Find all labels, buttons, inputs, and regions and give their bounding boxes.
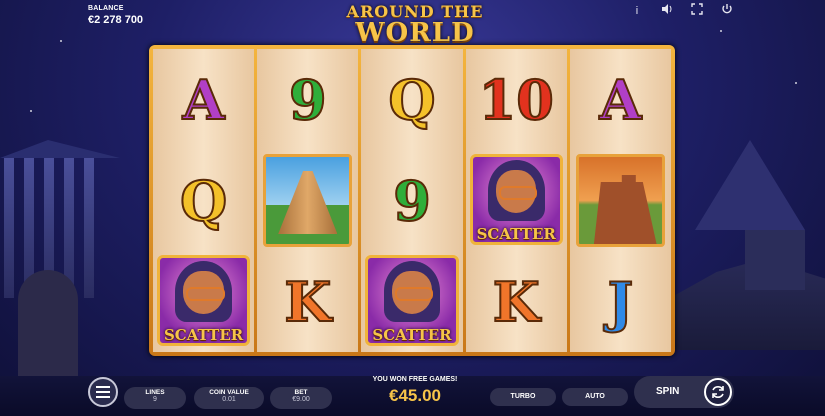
symbol-9: 9 xyxy=(288,67,328,132)
scatter-label: SCATTER xyxy=(372,326,452,344)
reel-cell: 9 xyxy=(361,150,462,251)
symbol-a: A xyxy=(182,67,226,132)
symbol-great-wall xyxy=(575,154,666,247)
power-icon[interactable] xyxy=(719,3,735,19)
reel-cell xyxy=(570,150,671,251)
reel-cell: K xyxy=(257,251,358,352)
reel-cell xyxy=(257,150,358,251)
reel-cell: A xyxy=(570,49,671,150)
info-icon[interactable]: i xyxy=(629,3,645,19)
win-amount: €45.00 xyxy=(389,386,441,405)
symbol-scatter: SCATTER xyxy=(153,251,254,352)
reel-cell: K xyxy=(466,251,567,352)
great-wall-scenery xyxy=(670,140,825,350)
reels-frame: A Q SCATTER 9 K Q 9 SCATTER 10 SCATTER K A J xyxy=(149,45,675,356)
bet-label: BET xyxy=(294,389,308,396)
symbol-q: Q xyxy=(179,168,228,233)
symbol-10: 10 xyxy=(478,67,555,132)
balance-value: €2 278 700 xyxy=(88,14,144,26)
lines-label: LINES xyxy=(145,389,165,396)
symbol-scatter: SCATTER xyxy=(361,251,462,352)
reel-5: AJ xyxy=(569,49,672,352)
balance-label: BALANCE xyxy=(88,5,124,12)
spin-label: SPIN xyxy=(656,386,680,397)
win-message: YOU WON FREE GAMES! xyxy=(372,376,458,383)
symbol-9: 9 xyxy=(392,168,432,233)
reel-cell: SCATTER xyxy=(361,251,462,352)
symbol-a: A xyxy=(598,67,642,132)
top-icon-bar: i xyxy=(629,3,735,19)
reel-cell: Q xyxy=(153,150,254,251)
reel-cell: 9 xyxy=(257,49,358,150)
reel-cell: SCATTER xyxy=(153,251,254,352)
reel-4: 10 SCATTER K xyxy=(465,49,567,352)
lines-value: 9 xyxy=(153,396,157,403)
symbol-pyramid xyxy=(263,154,353,247)
coin-value-label: COIN VALUE xyxy=(209,389,249,396)
menu-button[interactable] xyxy=(88,377,118,407)
bet-control[interactable]: BET €9.00 xyxy=(270,387,332,409)
symbol-q: Q xyxy=(387,67,436,132)
reels-grid: A Q SCATTER 9 K Q 9 SCATTER 10 SCATTER K A J xyxy=(153,49,672,352)
turbo-button[interactable]: TURBO xyxy=(490,388,556,406)
auto-button[interactable]: AUTO xyxy=(562,388,628,406)
symbol-k: K xyxy=(492,269,541,334)
reel-cell: Q xyxy=(361,49,462,150)
hamburger-icon xyxy=(96,386,110,398)
parthenon-scenery xyxy=(0,140,150,400)
symbol-k: K xyxy=(283,269,332,334)
symbol-scatter: SCATTER xyxy=(466,150,567,251)
reel-1: A Q SCATTER xyxy=(153,49,255,352)
game-logo: AROUND THE WORLD xyxy=(345,4,485,48)
reel-3: Q 9 SCATTER xyxy=(361,49,463,352)
reel-cell: SCATTER xyxy=(466,150,567,251)
fullscreen-icon[interactable] xyxy=(689,3,705,19)
sound-icon[interactable] xyxy=(659,3,675,19)
logo-line2: WORLD xyxy=(355,18,475,48)
spin-button[interactable]: SPIN xyxy=(634,376,734,408)
lines-control[interactable]: LINES 9 xyxy=(124,387,186,409)
spin-circle-icon[interactable] xyxy=(704,378,732,406)
coin-value-control[interactable]: COIN VALUE 0.01 xyxy=(194,387,264,409)
reel-cell: 10 xyxy=(466,49,567,150)
reel-cell: A xyxy=(153,49,254,150)
bet-value: €9.00 xyxy=(292,396,310,403)
reel-cell: J xyxy=(570,251,671,352)
symbol-j: J xyxy=(607,269,635,334)
scatter-label: SCATTER xyxy=(476,225,556,243)
scatter-label: SCATTER xyxy=(163,326,244,344)
coin-value-value: 0.01 xyxy=(222,396,236,403)
reel-2: 9K xyxy=(257,49,359,352)
